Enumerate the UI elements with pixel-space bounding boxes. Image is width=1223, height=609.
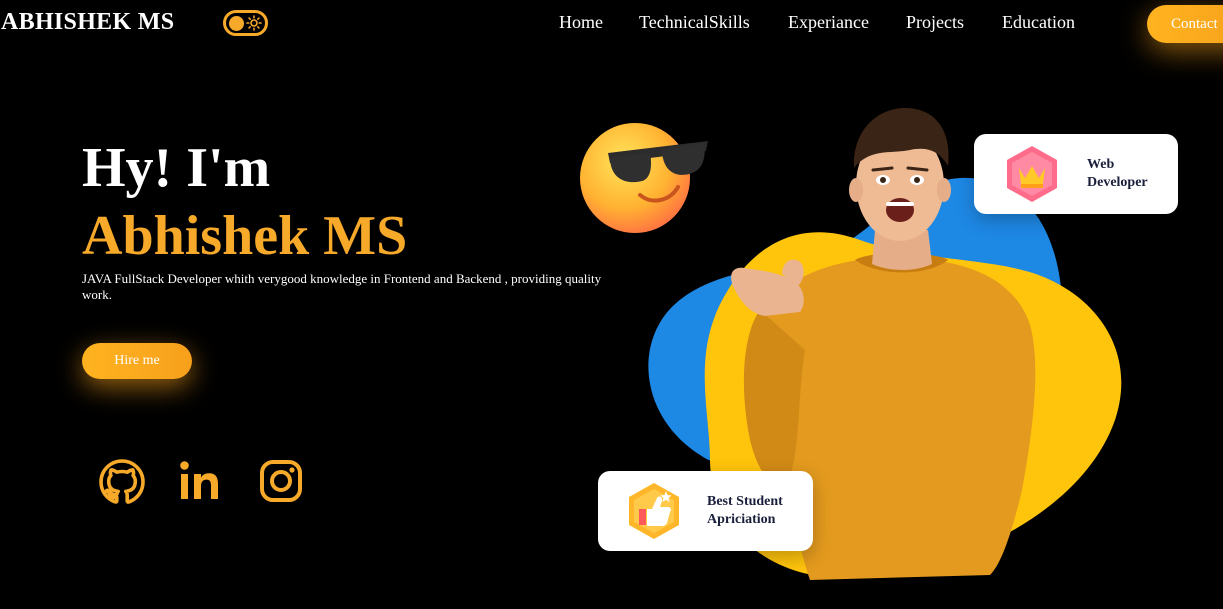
crown-badge-icon [1007,146,1057,202]
sun-icon [246,15,262,31]
theme-toggle[interactable] [223,10,268,36]
cool-emoji [580,123,708,233]
linkedin-icon[interactable] [178,458,224,504]
hero-description: JAVA FullStack Developer whith verygood … [82,271,602,302]
thumbs-up-badge-icon [629,483,679,539]
web-developer-card: Web Developer [974,134,1178,214]
instagram-icon[interactable] [258,458,304,504]
portfolio-page: ABHISHEK MS Home TechnicalSkills Experia… [0,0,1223,609]
web-developer-label: Web Developer [1087,157,1148,190]
nav-technical-skills[interactable]: TechnicalSkills [639,12,750,33]
hero-name: Abhishek MS [82,205,408,267]
toggle-knob [229,16,244,31]
best-student-card: Best Student Apriciation [598,471,813,551]
nav-home[interactable]: Home [559,12,603,33]
nav-education[interactable]: Education [1002,12,1075,33]
contact-button[interactable]: Contact [1147,5,1223,43]
github-icon[interactable] [99,458,145,504]
hero-greeting: Hy! I'm [82,137,271,199]
nav-experience[interactable]: Experiance [788,12,869,33]
brand-logo[interactable]: ABHISHEK MS [1,9,174,36]
hire-me-button[interactable]: Hire me [82,343,192,379]
nav-projects[interactable]: Projects [906,12,964,33]
best-student-label: Best Student Apriciation [707,494,783,527]
